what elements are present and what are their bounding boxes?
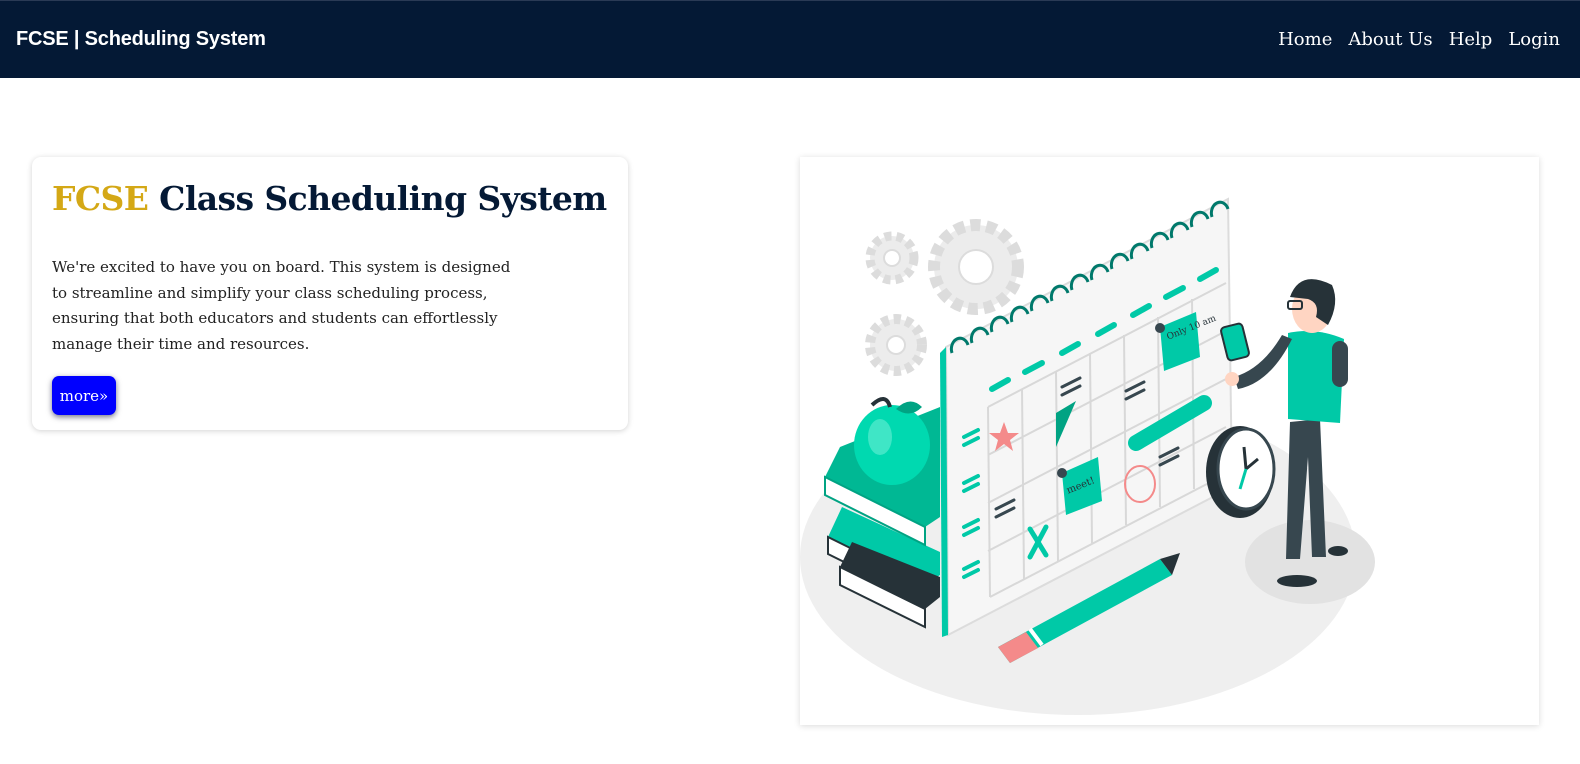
gear-icon [928,219,1024,315]
top-navbar: FCSE | Scheduling System Home About Us H… [0,0,1580,78]
gear-icon [865,231,919,285]
apple-icon [854,397,930,485]
more-button[interactable]: more» [52,376,116,415]
welcome-card: FCSE Class Scheduling System We're excit… [32,157,628,430]
nav-link-about-us[interactable]: About Us [1348,29,1432,50]
clock-icon [1206,426,1276,518]
nav-link-home[interactable]: Home [1278,29,1332,50]
title-rest: Class Scheduling System [148,179,607,218]
title-accent: FCSE [52,179,149,218]
brand-logo-link[interactable]: FCSE | Scheduling System [16,28,266,51]
gear-icon [865,314,927,376]
page-title: FCSE Class Scheduling System [52,179,607,218]
nav-link-help[interactable]: Help [1449,29,1493,50]
welcome-description: We're excited to have you on board. This… [52,258,511,353]
nav-link-login[interactable]: Login [1508,29,1560,50]
calendar-illustration-svg: Only 10 am meet! [800,197,1375,715]
person-shadow [1245,520,1375,604]
scheduling-illustration: Only 10 am meet! [800,157,1539,725]
nav-links: Home About Us Help Login [1278,29,1560,50]
